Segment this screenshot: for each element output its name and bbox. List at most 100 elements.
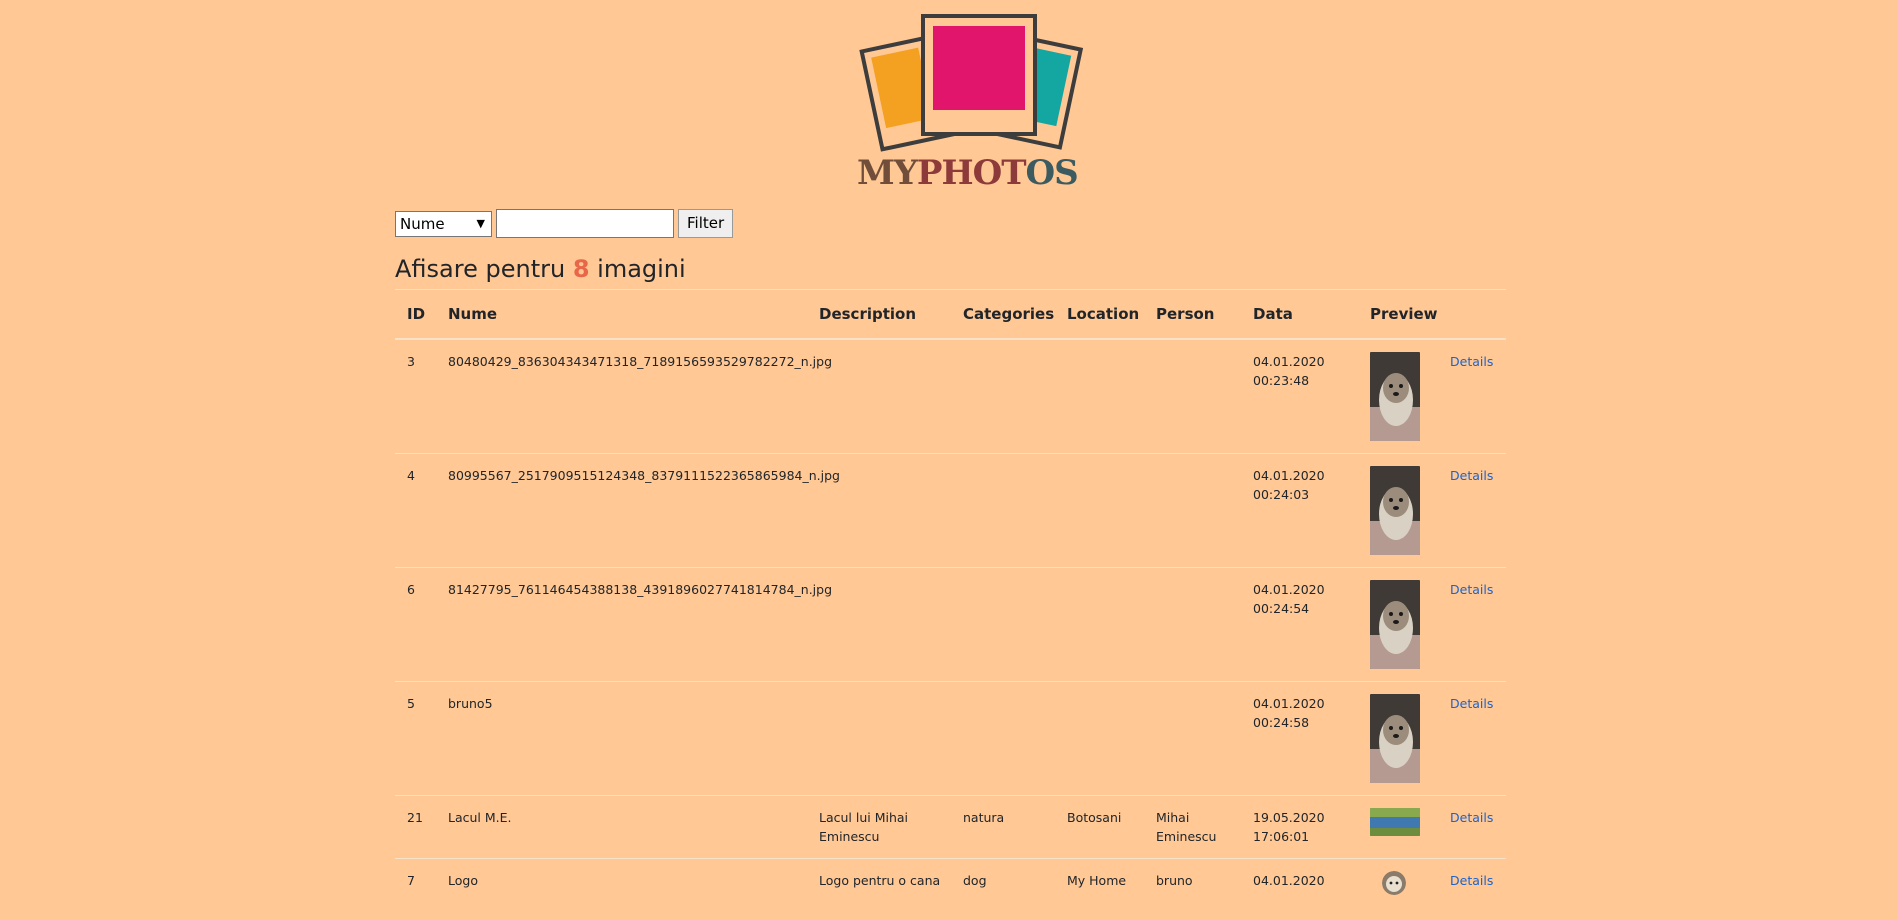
cell-location (1055, 681, 1144, 795)
table-body: 380480429_836304343471318_71891565935297… (395, 339, 1506, 920)
cell-nume: 80480429_836304343471318_718915659352978… (436, 339, 807, 454)
dog-photo-thumbnail[interactable] (1370, 352, 1420, 441)
images-table: ID Nume Description Categories Location … (395, 289, 1506, 920)
date-value: 04.01.2020 (1253, 580, 1358, 599)
cell-location (1055, 453, 1144, 567)
table-row: 5bruno5 04.01.202000:24:58 Details (395, 681, 1506, 795)
cell-nume: bruno5 (436, 681, 807, 795)
details-link[interactable]: Details (1450, 873, 1493, 888)
date-value: 04.01.2020 (1253, 694, 1358, 713)
cell-details: Details (1438, 339, 1506, 454)
table-header-row: ID Nume Description Categories Location … (395, 290, 1506, 339)
time-value: 00:24:58 (1253, 713, 1358, 732)
logo-part-os: OS (1026, 153, 1078, 193)
filter-text-input[interactable] (496, 209, 674, 238)
column-header-categories: Categories (951, 290, 1055, 339)
dog-photo-thumbnail[interactable] (1370, 466, 1420, 555)
cell-description (807, 681, 951, 795)
filter-field-select[interactable]: Nume ▼ (395, 211, 492, 237)
cell-preview (1358, 681, 1438, 795)
logo-photo-thumbnail[interactable] (1382, 871, 1406, 895)
results-count: 8 (573, 255, 590, 283)
column-header-nume: Nume (436, 290, 807, 339)
filter-field-value: Nume (400, 215, 445, 233)
cell-categories (951, 567, 1055, 681)
table-row: 380480429_836304343471318_71891565935297… (395, 339, 1506, 454)
cell-person (1144, 339, 1241, 454)
time-value: 00:23:48 (1253, 371, 1358, 390)
dog-photo-thumbnail[interactable] (1370, 580, 1420, 669)
logo-wordmark: MYPHOTOS (857, 156, 1078, 190)
cell-id: 3 (395, 339, 436, 454)
cell-details: Details (1438, 453, 1506, 567)
cell-person (1144, 567, 1241, 681)
cell-location (1055, 339, 1144, 454)
results-heading: Afisare pentru 8 imagini (395, 252, 686, 286)
lake-photo-thumbnail[interactable] (1370, 808, 1420, 836)
cell-details: Details (1438, 567, 1506, 681)
time-value: 00:24:54 (1253, 599, 1358, 618)
cell-preview (1358, 339, 1438, 454)
cell-categories: dog (951, 858, 1055, 920)
time-value: 17:06:01 (1253, 827, 1358, 846)
cell-categories: natura (951, 795, 1055, 858)
date-value: 19.05.2020 (1253, 808, 1358, 827)
cell-details: Details (1438, 795, 1506, 858)
myphotos-logo: MYPHOTOS (851, 10, 1111, 200)
cell-categories (951, 681, 1055, 795)
date-value: 04.01.2020 (1253, 352, 1358, 371)
details-link[interactable]: Details (1450, 696, 1493, 711)
cell-nume: 80995567_2517909515124348_83791115223658… (436, 453, 807, 567)
cell-location (1055, 567, 1144, 681)
cell-details: Details (1438, 858, 1506, 920)
cell-preview (1358, 567, 1438, 681)
details-link[interactable]: Details (1450, 582, 1493, 597)
column-header-id: ID (395, 290, 436, 339)
photos-stack-icon (851, 10, 1111, 160)
cell-details: Details (1438, 681, 1506, 795)
cell-location: My Home (1055, 858, 1144, 920)
cell-preview (1358, 858, 1438, 920)
cell-date: 04.01.202000:23:48 (1241, 339, 1358, 454)
details-link[interactable]: Details (1450, 810, 1493, 825)
cell-nume: Lacul M.E. (436, 795, 807, 858)
cell-id: 6 (395, 567, 436, 681)
cell-person: Mihai Eminescu (1144, 795, 1241, 858)
dog-photo-thumbnail[interactable] (1370, 694, 1420, 783)
cell-id: 21 (395, 795, 436, 858)
cell-id: 7 (395, 858, 436, 920)
cell-person (1144, 681, 1241, 795)
cell-id: 5 (395, 681, 436, 795)
column-header-description: Description (807, 290, 951, 339)
cell-nume: 81427795_761146454388138_439189602774181… (436, 567, 807, 681)
logo-part-phot: PHOT (917, 153, 1026, 193)
cell-preview (1358, 795, 1438, 858)
cell-person (1144, 453, 1241, 567)
table-row: 21Lacul M.E.Lacul lui Mihai Eminescunatu… (395, 795, 1506, 858)
table-row: 681427795_761146454388138_43918960277418… (395, 567, 1506, 681)
table-row: 480995567_2517909515124348_8379111522365… (395, 453, 1506, 567)
column-header-person: Person (1144, 290, 1241, 339)
details-link[interactable]: Details (1450, 468, 1493, 483)
date-value: 04.01.2020 (1253, 466, 1358, 485)
time-value: 00:24:03 (1253, 485, 1358, 504)
table-row: 7LogoLogo pentru o canadogMy Homebruno04… (395, 858, 1506, 920)
cell-nume: Logo (436, 858, 807, 920)
cell-date: 04.01.2020 (1241, 858, 1358, 920)
cell-preview (1358, 453, 1438, 567)
details-link[interactable]: Details (1450, 354, 1493, 369)
filter-button[interactable]: Filter (678, 209, 733, 238)
filter-bar: Nume ▼ Filter (395, 209, 733, 238)
cell-date: 04.01.202000:24:54 (1241, 567, 1358, 681)
column-header-location: Location (1055, 290, 1144, 339)
column-header-preview: Preview (1358, 290, 1438, 339)
logo-part-my: MY (857, 153, 917, 193)
results-heading-prefix: Afisare pentru (395, 255, 573, 283)
cell-date: 04.01.202000:24:58 (1241, 681, 1358, 795)
chevron-down-icon: ▼ (477, 212, 485, 236)
cell-person: bruno (1144, 858, 1241, 920)
results-heading-suffix: imagini (590, 255, 686, 283)
column-header-data: Data (1241, 290, 1358, 339)
cell-id: 4 (395, 453, 436, 567)
cell-description: Lacul lui Mihai Eminescu (807, 795, 951, 858)
